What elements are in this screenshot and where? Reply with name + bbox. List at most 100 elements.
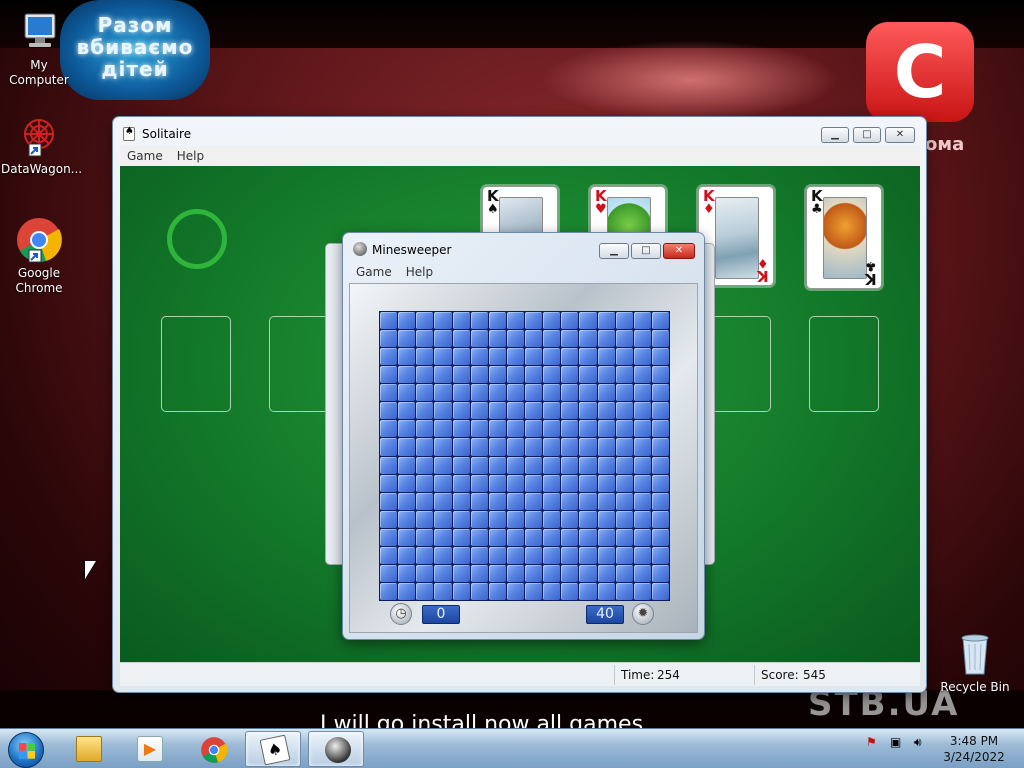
mine-cell[interactable] — [452, 582, 470, 600]
mine-cell[interactable] — [416, 474, 434, 492]
stock-redeal-icon[interactable] — [167, 209, 227, 269]
mine-cell[interactable] — [506, 564, 524, 582]
mine-cell[interactable] — [488, 384, 506, 402]
mine-cell[interactable] — [506, 582, 524, 600]
mine-cell[interactable] — [615, 438, 633, 456]
mine-cell[interactable] — [579, 420, 597, 438]
mine-cell[interactable] — [506, 402, 524, 420]
volume-icon[interactable]: 🔊︎ — [914, 735, 922, 750]
mine-cell[interactable] — [452, 474, 470, 492]
network-icon[interactable]: ▣ — [890, 735, 901, 749]
mine-cell[interactable] — [579, 492, 597, 510]
mine-cell[interactable] — [398, 402, 416, 420]
mine-cell[interactable] — [380, 582, 398, 600]
tableau-slot[interactable] — [809, 316, 879, 412]
mine-cell[interactable] — [561, 582, 579, 600]
mine-cell[interactable] — [380, 564, 398, 582]
mine-cell[interactable] — [434, 546, 452, 564]
mine-cell[interactable] — [579, 330, 597, 348]
mine-cell[interactable] — [525, 366, 543, 384]
menu-help[interactable]: Help — [399, 262, 440, 282]
mine-cell[interactable] — [633, 330, 651, 348]
mine-cell[interactable] — [543, 312, 561, 330]
mine-cell[interactable] — [525, 456, 543, 474]
mine-cell[interactable] — [579, 528, 597, 546]
start-button[interactable] — [8, 732, 44, 768]
mine-cell[interactable] — [633, 582, 651, 600]
mine-cell[interactable] — [434, 582, 452, 600]
mine-cell[interactable] — [380, 366, 398, 384]
mine-cell[interactable] — [633, 546, 651, 564]
mine-cell[interactable] — [488, 438, 506, 456]
mine-cell[interactable] — [633, 312, 651, 330]
mine-cell[interactable] — [470, 348, 488, 366]
mine-cell[interactable] — [506, 366, 524, 384]
mine-cell[interactable] — [398, 312, 416, 330]
mine-cell[interactable] — [543, 366, 561, 384]
mine-cell[interactable] — [561, 456, 579, 474]
mine-cell[interactable] — [525, 330, 543, 348]
mine-cell[interactable] — [416, 456, 434, 474]
mine-cell[interactable] — [615, 312, 633, 330]
mine-cell[interactable] — [452, 348, 470, 366]
mine-cell[interactable] — [597, 492, 615, 510]
mine-cell[interactable] — [380, 474, 398, 492]
mine-cell[interactable] — [597, 366, 615, 384]
mine-cell[interactable] — [380, 330, 398, 348]
minimize-button[interactable]: ▁ — [821, 127, 849, 143]
mine-cell[interactable] — [416, 546, 434, 564]
mine-cell[interactable] — [651, 402, 669, 420]
mine-cell[interactable] — [470, 402, 488, 420]
mine-cell[interactable] — [615, 492, 633, 510]
mine-cell[interactable] — [561, 474, 579, 492]
mine-cell[interactable] — [416, 564, 434, 582]
mine-cell[interactable] — [543, 330, 561, 348]
mine-cell[interactable] — [434, 330, 452, 348]
mine-cell[interactable] — [506, 312, 524, 330]
mine-cell[interactable] — [543, 528, 561, 546]
mine-cell[interactable] — [525, 546, 543, 564]
mine-cell[interactable] — [561, 366, 579, 384]
mine-cell[interactable] — [506, 330, 524, 348]
mine-cell[interactable] — [525, 492, 543, 510]
mine-cell[interactable] — [470, 582, 488, 600]
mine-cell[interactable] — [416, 582, 434, 600]
mine-cell[interactable] — [525, 564, 543, 582]
mine-cell[interactable] — [488, 492, 506, 510]
mine-cell[interactable] — [615, 348, 633, 366]
mine-cell[interactable] — [380, 402, 398, 420]
mine-cell[interactable] — [543, 564, 561, 582]
mine-cell[interactable] — [434, 510, 452, 528]
mine-cell[interactable] — [470, 528, 488, 546]
mine-cell[interactable] — [452, 492, 470, 510]
mine-cell[interactable] — [506, 528, 524, 546]
mine-cell[interactable] — [452, 330, 470, 348]
mine-cell[interactable] — [579, 474, 597, 492]
mine-cell[interactable] — [579, 348, 597, 366]
mine-cell[interactable] — [506, 420, 524, 438]
mine-cell[interactable] — [597, 474, 615, 492]
mine-cell[interactable] — [597, 438, 615, 456]
mine-cell[interactable] — [597, 546, 615, 564]
mine-cell[interactable] — [561, 330, 579, 348]
mine-cell[interactable] — [488, 564, 506, 582]
mine-cell[interactable] — [651, 474, 669, 492]
mine-cell[interactable] — [452, 564, 470, 582]
mine-cell[interactable] — [597, 510, 615, 528]
mine-cell[interactable] — [597, 528, 615, 546]
mine-cell[interactable] — [579, 564, 597, 582]
mine-cell[interactable] — [579, 366, 597, 384]
mine-cell[interactable] — [398, 582, 416, 600]
mine-cell[interactable] — [488, 546, 506, 564]
mine-cell[interactable] — [434, 564, 452, 582]
mine-cell[interactable] — [470, 474, 488, 492]
menu-help[interactable]: Help — [170, 146, 211, 166]
mine-cell[interactable] — [561, 402, 579, 420]
mine-cell[interactable] — [615, 420, 633, 438]
mine-cell[interactable] — [452, 528, 470, 546]
mine-cell[interactable] — [651, 510, 669, 528]
mine-cell[interactable] — [380, 348, 398, 366]
minesweeper-window[interactable]: Minesweeper ▁ □ ✕ Game Help ◷ 0 40 ✹ — [343, 233, 704, 639]
mine-cell[interactable] — [506, 474, 524, 492]
mine-cell[interactable] — [561, 438, 579, 456]
